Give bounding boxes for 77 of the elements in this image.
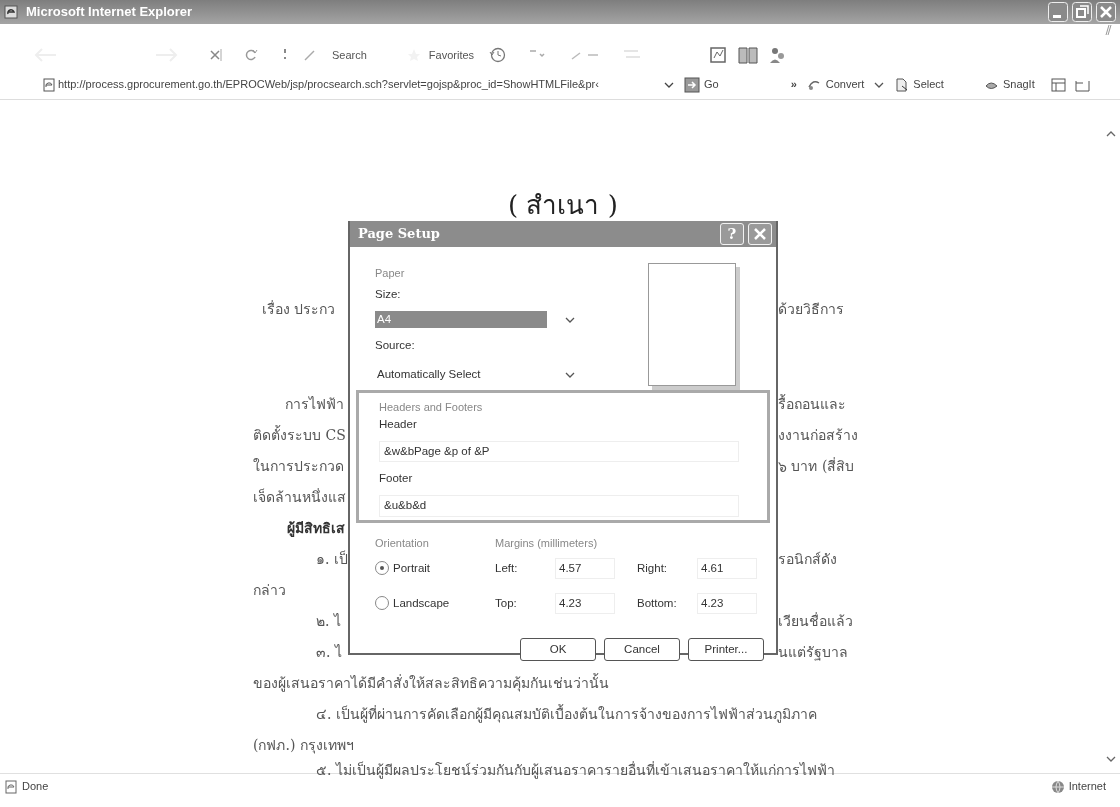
toolbar-button[interactable]: Select (894, 76, 944, 93)
text-fragment: ๖ บาท (สี่สิบ (778, 456, 856, 476)
field-label: Source: (375, 337, 416, 353)
group-label: Orientation (375, 536, 430, 551)
margin-field[interactable]: 4.23 (697, 592, 757, 614)
select-icon (894, 77, 910, 92)
group-label: Headers and Footers (379, 400, 484, 415)
text-line: ๔. เป็นผู้ที่ผ่านการคัดเลือกผู้มีคุณสมบัติเบื้องต้นในการจ้างของการไฟฟ้าส่วนภูมิภาค (315, 703, 818, 725)
caret-icon (874, 80, 885, 89)
text-fragment: นแต่รัฐบาล (778, 643, 849, 663)
text-fragment: ติดตั้งระบบ CS (253, 424, 347, 445)
dialog-button[interactable]: Cancel (604, 638, 680, 661)
text-fragment: เรื่อง ประกว (261, 299, 337, 319)
toolbar-button[interactable]: Convert (806, 76, 885, 93)
text-fragment: งงานก่อสร้าง (778, 426, 859, 445)
text-line: (กฟภ.) กรุงเทพฯ (253, 736, 355, 756)
dropdown-icon[interactable] (565, 371, 575, 379)
close-icon[interactable] (1096, 2, 1116, 22)
text-fragment: กล่าว (253, 581, 287, 600)
window-title: Microsoft Internet Explorer (26, 3, 193, 22)
page-icon (42, 77, 56, 92)
search-button[interactable]: Search (332, 46, 367, 64)
document-title: ( สำเนา ) (507, 189, 619, 222)
globe-icon (1050, 779, 1065, 794)
close-button[interactable] (748, 223, 772, 245)
source-select[interactable]: Automatically Select (375, 366, 575, 384)
text-fragment: เวียนชื่อแล้ว (778, 611, 854, 631)
more-links-button[interactable]: » (790, 76, 797, 93)
status-text: Done (22, 779, 49, 795)
maximize-icon[interactable] (1072, 2, 1092, 22)
toolbar-icon[interactable] (1050, 76, 1067, 93)
stop-icon[interactable] (208, 48, 222, 62)
dialog-button[interactable]: Printer... (688, 638, 764, 661)
close-icon (753, 227, 767, 241)
group-label: Paper (375, 266, 406, 281)
minimize-icon[interactable] (1048, 2, 1068, 22)
dialog-title: Page Setup (358, 225, 440, 244)
text-fragment: ผู้มีสิทธิเส (286, 519, 346, 539)
scroll-up-icon[interactable] (1106, 130, 1116, 138)
favorites-button[interactable]: Favorites (428, 46, 475, 64)
scroll-down-icon[interactable] (1106, 755, 1116, 763)
go-button[interactable]: Go (684, 76, 719, 93)
browser-icon (4, 5, 18, 19)
field-label: Bottom: (637, 595, 678, 611)
address-field[interactable]: http://process.gprocurement.go.th/EPROCWeb/jsp/procsearch.sch?servlet=gojsp&proc_id=ShowHTMLFile&pr‹ (56, 76, 676, 93)
text-fragment: การไฟฟ้า (284, 395, 345, 414)
zone-text: Internet (1068, 779, 1106, 795)
field-label: Left: (495, 560, 519, 576)
margin-field[interactable]: 4.57 (555, 557, 615, 579)
field-label: Top: (495, 595, 518, 611)
footer-field[interactable]: &u&b&d (379, 495, 739, 517)
margin-field[interactable]: 4.61 (697, 557, 757, 579)
text-fragment: เจ็ดล้านหนึ่งแส (253, 487, 347, 507)
field-label: Header (379, 416, 418, 432)
header-field[interactable]: &w&bPage &p of &P (379, 440, 739, 462)
radio-label[interactable]: Portrait (393, 559, 431, 577)
field-label: Footer (379, 471, 414, 486)
field-label: Size: (375, 286, 402, 302)
dropdown-icon[interactable] (565, 315, 575, 324)
text-fragment: ด้วยวิธีการ (778, 300, 845, 319)
text-fragment: ๒. ไ (315, 612, 342, 631)
text-fragment: ในการประกวด (253, 457, 345, 476)
text-fragment: รื้อถอนและ (778, 393, 847, 414)
text-fragment: ๑. เป็ (315, 549, 348, 569)
text-fragment: รอนิกส์ดัง (778, 550, 838, 569)
text-line: ๕. ไม่เป็นผู้มีผลประโยชน์ร่วมกันกับผู้เสนอราคารายอื่นที่เข้าเสนอราคาให้แก่การไฟฟ้า (315, 761, 836, 779)
field-label: Right: (637, 560, 669, 576)
text-line: ของผู้เสนอราคาได้มีคำสั่งให้สละสิทธิความคุ้มกันเช่นว่านั้น (253, 672, 610, 694)
group-label: Margins (millimeters) (495, 536, 599, 551)
dialog-button[interactable]: OK (520, 638, 596, 661)
toolbar-button[interactable]: SnagIt (983, 76, 1035, 93)
dropdown-icon[interactable] (664, 80, 674, 89)
page-icon (4, 779, 18, 794)
text-fragment: ๓. ไ (315, 643, 343, 662)
refresh-icon[interactable] (244, 48, 258, 62)
margin-field[interactable]: 4.23 (555, 592, 615, 614)
radio-label[interactable]: Landscape (393, 594, 450, 612)
